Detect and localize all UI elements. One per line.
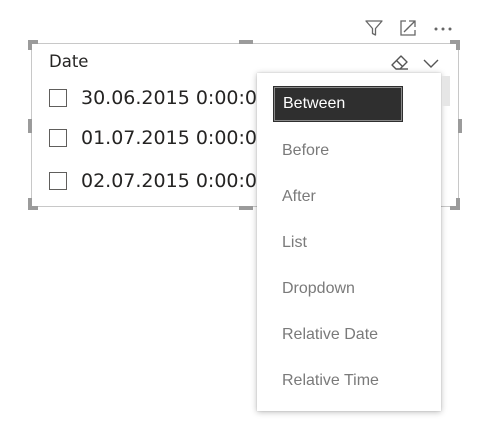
slicer-item-label: 30.06.2015 0:00:0 [81, 87, 257, 109]
focus-mode-icon[interactable] [396, 16, 420, 40]
slicer-item[interactable]: 30.06.2015 0:00:0 [49, 84, 257, 112]
slicer-item-label: 02.07.2015 0:00:0 [81, 170, 257, 192]
resize-handle-top[interactable] [239, 40, 253, 44]
slicer-title: Date [49, 52, 89, 71]
chevron-down-icon[interactable] [420, 52, 442, 74]
resize-handle-bottom[interactable] [239, 206, 253, 210]
checkbox[interactable] [49, 89, 67, 107]
checkbox[interactable] [49, 172, 67, 190]
menu-item-before[interactable]: Before [274, 134, 402, 168]
resize-handle-bottom-left-h[interactable] [28, 206, 38, 210]
slicer-item[interactable]: 02.07.2015 0:00:0 [49, 167, 257, 195]
resize-handle-top-left-v[interactable] [28, 40, 32, 50]
slicer-style-menu[interactable]: Between Before After List Dropdown Relat… [257, 73, 450, 411]
slicer-item[interactable]: 01.07.2015 0:00:0 [49, 124, 257, 152]
resize-handle-top-right-h[interactable] [450, 40, 460, 44]
filter-icon[interactable] [362, 16, 386, 40]
menu-item-relative-time[interactable]: Relative Time [274, 364, 402, 398]
menu-item-dropdown[interactable]: Dropdown [274, 272, 402, 306]
report-canvas: Date 30.06.2015 0:00:0 01.07.2015 0:00:0… [0, 0, 479, 434]
eraser-icon[interactable] [388, 50, 412, 74]
slicer-item-label: 01.07.2015 0:00:0 [81, 127, 257, 149]
resize-handle-right[interactable] [458, 119, 462, 133]
menu-item-relative-date[interactable]: Relative Date [274, 318, 402, 352]
menu-item-list[interactable]: List [274, 226, 402, 260]
resize-handle-bottom-right-h[interactable] [450, 206, 460, 210]
more-options-icon[interactable] [431, 16, 455, 40]
menu-item-after[interactable]: After [274, 180, 402, 214]
resize-handle-left[interactable] [28, 119, 32, 133]
menu-scrollbar[interactable] [442, 76, 450, 106]
menu-item-between[interactable]: Between [273, 86, 403, 122]
checkbox[interactable] [49, 129, 67, 147]
